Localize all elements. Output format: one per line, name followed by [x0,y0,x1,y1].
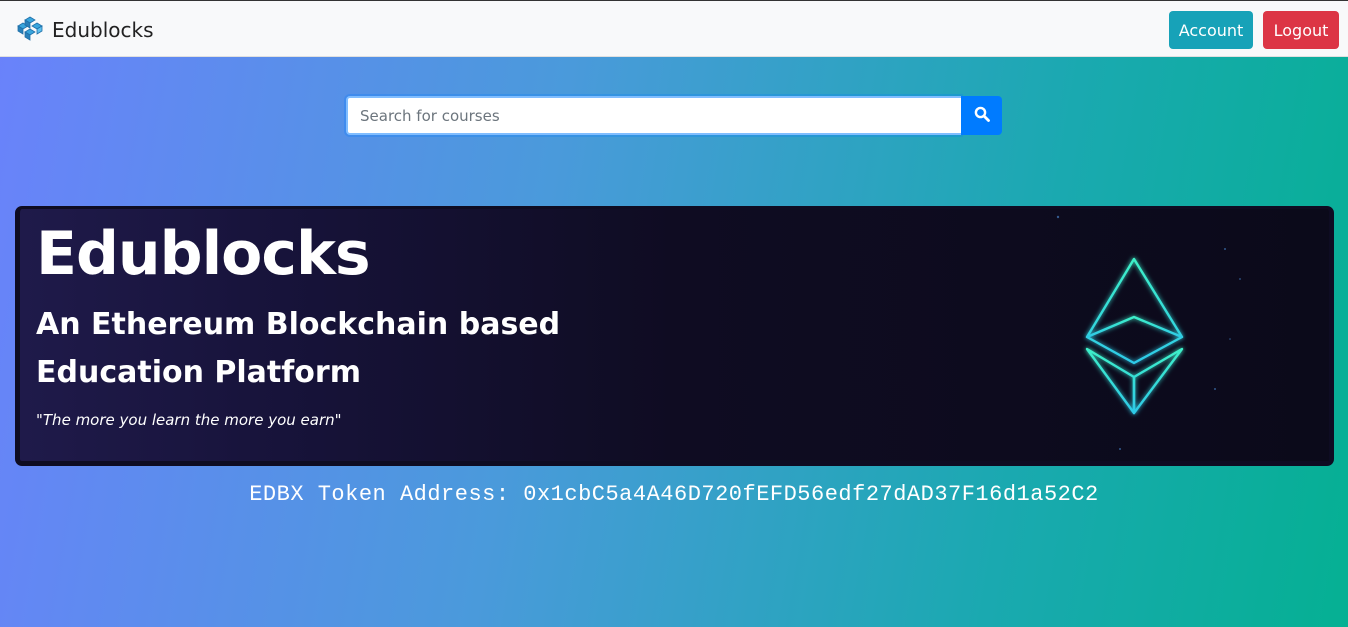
hero-banner: Edublocks An Ethereum Blockchain based E… [15,206,1334,466]
logout-button[interactable]: Logout [1263,11,1339,49]
navbar: Edublocks Account Logout [0,0,1348,57]
hero-subtitle: An Ethereum Blockchain based Education P… [36,307,561,390]
search-icon [974,106,990,125]
ethereum-logo-icon [1030,209,1260,461]
hero-quote: "The more you learn the more you earn" [36,411,342,429]
blocks-logo-icon [16,15,44,46]
brand-link[interactable]: Edublocks [16,15,154,45]
search-bar [346,96,1002,135]
search-button[interactable] [961,96,1002,135]
search-input[interactable] [346,96,961,135]
hero-title: Edublocks [36,219,371,289]
account-button[interactable]: Account [1169,11,1253,49]
brand-name: Edublocks [52,18,154,42]
token-address: EDBX Token Address: 0x1cbC5a4A46D720fEFD… [249,482,1099,507]
